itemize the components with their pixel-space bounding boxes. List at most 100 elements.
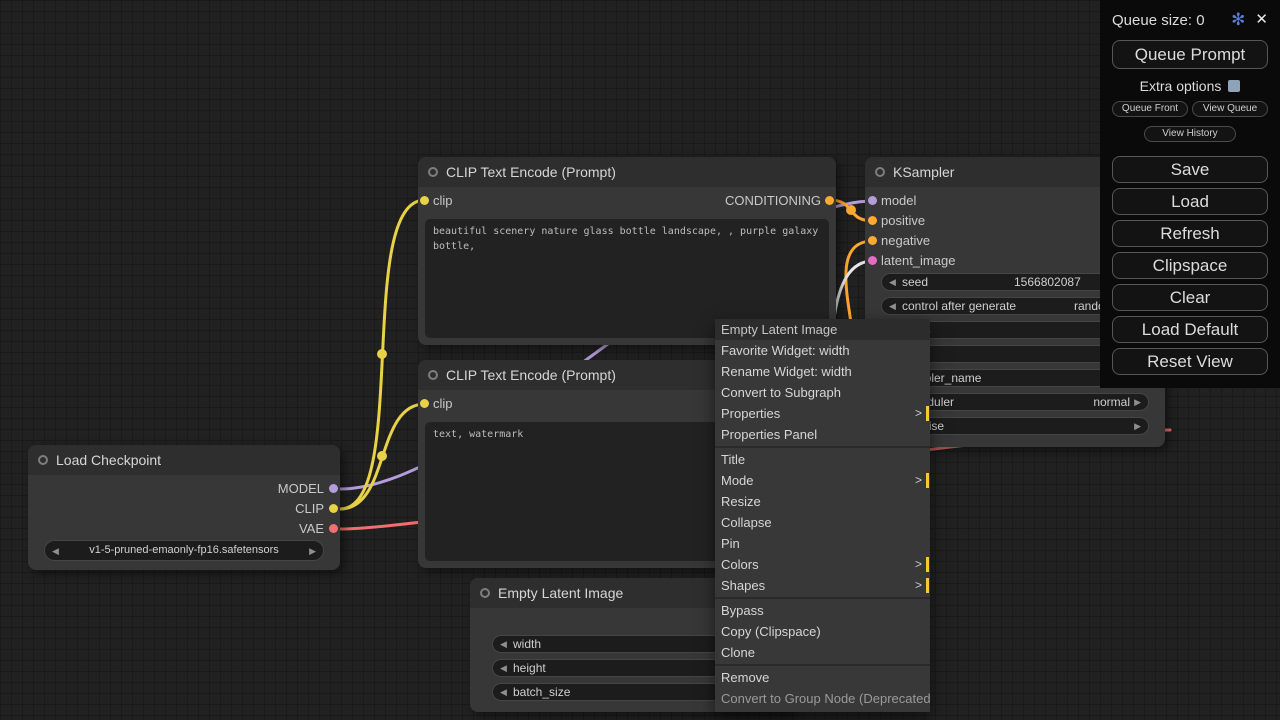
widget-name: seed bbox=[902, 274, 928, 291]
panel-button-load-default[interactable]: Load Default bbox=[1112, 316, 1268, 343]
panel-button-refresh[interactable]: Refresh bbox=[1112, 220, 1268, 247]
menu-item-label: Properties bbox=[721, 406, 780, 421]
link-midpoint-dot bbox=[377, 349, 387, 359]
increment-arrow-icon[interactable]: ▶ bbox=[1134, 394, 1141, 411]
context-menu-title: Empty Latent Image bbox=[715, 319, 930, 340]
output-dot-clip[interactable] bbox=[329, 504, 338, 513]
menu-item-pin[interactable]: Pin bbox=[715, 533, 930, 554]
menu-item-convert-to-subgraph[interactable]: Convert to Subgraph bbox=[715, 382, 930, 403]
widget-name: height bbox=[513, 660, 546, 677]
node-clip-text-encode-positive[interactable]: CLIP Text Encode (Prompt) clip CONDITION… bbox=[418, 157, 836, 345]
node-title: KSampler bbox=[893, 157, 954, 187]
menu-item-collapse[interactable]: Collapse bbox=[715, 512, 930, 533]
input-dot-positive[interactable] bbox=[868, 216, 877, 225]
decrement-arrow-icon[interactable]: ◀ bbox=[889, 274, 896, 291]
input-dot-clip[interactable] bbox=[420, 399, 429, 408]
input-dot-model[interactable] bbox=[868, 196, 877, 205]
node-collapse-dot[interactable] bbox=[428, 370, 438, 380]
submenu-marker bbox=[926, 406, 929, 421]
node-collapse-dot[interactable] bbox=[875, 167, 885, 177]
ckpt-name-value: v1-5-pruned-emaonly-fp16.safetensors bbox=[89, 544, 279, 556]
submenu-arrow-icon: > bbox=[915, 554, 922, 575]
widget-name: batch_size bbox=[513, 684, 570, 701]
settings-gear-icon[interactable]: ✻ bbox=[1231, 10, 1245, 30]
menu-item-title[interactable]: Title bbox=[715, 449, 930, 470]
panel-button-clear[interactable]: Clear bbox=[1112, 284, 1268, 311]
menu-item-label: Pin bbox=[721, 536, 740, 551]
node-canvas[interactable]: Load Checkpoint MODELCLIPVAE ◀ v1-5-prun… bbox=[0, 0, 1280, 720]
menu-item-mode[interactable]: Mode> bbox=[715, 470, 930, 491]
close-icon[interactable]: ✕ bbox=[1255, 10, 1268, 30]
panel-button-reset-view[interactable]: Reset View bbox=[1112, 348, 1268, 375]
decrement-arrow-icon[interactable]: ◀ bbox=[500, 660, 507, 677]
panel-button-clipspace[interactable]: Clipspace bbox=[1112, 252, 1268, 279]
menu-item-bypass[interactable]: Bypass bbox=[715, 600, 930, 621]
input-dot-latent_image[interactable] bbox=[868, 256, 877, 265]
output-dot-conditioning[interactable] bbox=[825, 196, 834, 205]
decrement-arrow-icon[interactable]: ◀ bbox=[500, 684, 507, 701]
menu-item-clone[interactable]: Clone bbox=[715, 642, 930, 663]
queue-front-button[interactable]: Queue Front bbox=[1112, 101, 1188, 117]
menu-item-copy-clipspace-[interactable]: Copy (Clipspace) bbox=[715, 621, 930, 642]
context-menu: Empty Latent Image Favorite Widget: widt… bbox=[715, 319, 930, 712]
menu-item-properties[interactable]: Properties > bbox=[715, 403, 930, 424]
menu-item-label: Title bbox=[721, 452, 745, 467]
node-title: CLIP Text Encode (Prompt) bbox=[446, 360, 616, 390]
node-collapse-dot[interactable] bbox=[38, 455, 48, 465]
input-dot-clip[interactable] bbox=[420, 196, 429, 205]
menu-item-remove[interactable]: Remove bbox=[715, 667, 930, 688]
queue-prompt-button[interactable]: Queue Prompt bbox=[1112, 40, 1268, 69]
output-dot-model[interactable] bbox=[329, 484, 338, 493]
menu-item-rename-widget-width[interactable]: Rename Widget: width bbox=[715, 361, 930, 382]
output-slot-label: VAE bbox=[299, 520, 324, 538]
node-collapse-dot[interactable] bbox=[428, 167, 438, 177]
decrement-arrow-icon[interactable]: ◀ bbox=[889, 298, 896, 315]
view-history-button[interactable]: View History bbox=[1144, 126, 1236, 142]
ckpt-name-widget[interactable]: ◀ v1-5-pruned-emaonly-fp16.safetensors ▶ bbox=[44, 540, 324, 561]
menu-item-label: Favorite Widget: width bbox=[721, 343, 850, 358]
extra-options-checkbox[interactable] bbox=[1228, 80, 1240, 92]
menu-item-label: Mode bbox=[721, 473, 754, 488]
increment-arrow-icon[interactable]: ▶ bbox=[309, 541, 316, 561]
view-queue-button[interactable]: View Queue bbox=[1192, 101, 1268, 117]
widget-name: control after generate bbox=[902, 298, 1016, 315]
decrement-arrow-icon[interactable]: ◀ bbox=[500, 636, 507, 653]
menu-item-colors[interactable]: Colors > bbox=[715, 554, 930, 575]
link-midpoint-dot bbox=[377, 451, 387, 461]
menu-item-label: Collapse bbox=[721, 515, 772, 530]
decrement-arrow-icon[interactable]: ◀ bbox=[52, 541, 59, 561]
menu-item-properties-panel[interactable]: Properties Panel bbox=[715, 424, 930, 445]
increment-arrow-icon[interactable]: ▶ bbox=[1134, 418, 1141, 435]
node-header[interactable]: CLIP Text Encode (Prompt) bbox=[418, 157, 836, 187]
menu-item-shapes[interactable]: Shapes> bbox=[715, 575, 930, 596]
panel-button-save[interactable]: Save bbox=[1112, 156, 1268, 183]
node-collapse-dot[interactable] bbox=[480, 588, 490, 598]
menu-item-convert-to-group-node-deprecated-[interactable]: Convert to Group Node (Deprecated) bbox=[715, 688, 930, 709]
menu-item-label: Copy (Clipspace) bbox=[721, 624, 821, 639]
input-slot-label: clip bbox=[433, 395, 453, 413]
input-slot-label: positive bbox=[881, 212, 925, 230]
menu-item-label: Remove bbox=[721, 670, 769, 685]
input-slot-label: model bbox=[881, 192, 916, 210]
menu-separator bbox=[715, 446, 930, 448]
input-slot-label: clip bbox=[433, 192, 453, 210]
menu-item-label: Colors bbox=[721, 557, 759, 572]
input-dot-negative[interactable] bbox=[868, 236, 877, 245]
node-load-checkpoint[interactable]: Load Checkpoint MODELCLIPVAE ◀ v1-5-prun… bbox=[28, 445, 340, 570]
output-dot-vae[interactable] bbox=[329, 524, 338, 533]
panel-button-load[interactable]: Load bbox=[1112, 188, 1268, 215]
node-header[interactable]: Load Checkpoint bbox=[28, 445, 340, 475]
menu-item-label: Bypass bbox=[721, 603, 764, 618]
submenu-marker bbox=[926, 578, 929, 593]
comfyui-app: Load Checkpoint MODELCLIPVAE ◀ v1-5-prun… bbox=[0, 0, 1280, 720]
menu-item-resize[interactable]: Resize bbox=[715, 491, 930, 512]
menu-item-label: Convert to Subgraph bbox=[721, 385, 841, 400]
submenu-arrow-icon: > bbox=[915, 403, 922, 424]
menu-item-label: Properties Panel bbox=[721, 427, 817, 442]
output-slot-label: MODEL bbox=[278, 480, 324, 498]
input-slot-label: latent_image bbox=[881, 252, 955, 270]
node-title: Empty Latent Image bbox=[498, 578, 623, 608]
menu-separator bbox=[715, 597, 930, 599]
menu-item-favorite-widget-width[interactable]: Favorite Widget: width bbox=[715, 340, 930, 361]
submenu-marker bbox=[926, 557, 929, 572]
